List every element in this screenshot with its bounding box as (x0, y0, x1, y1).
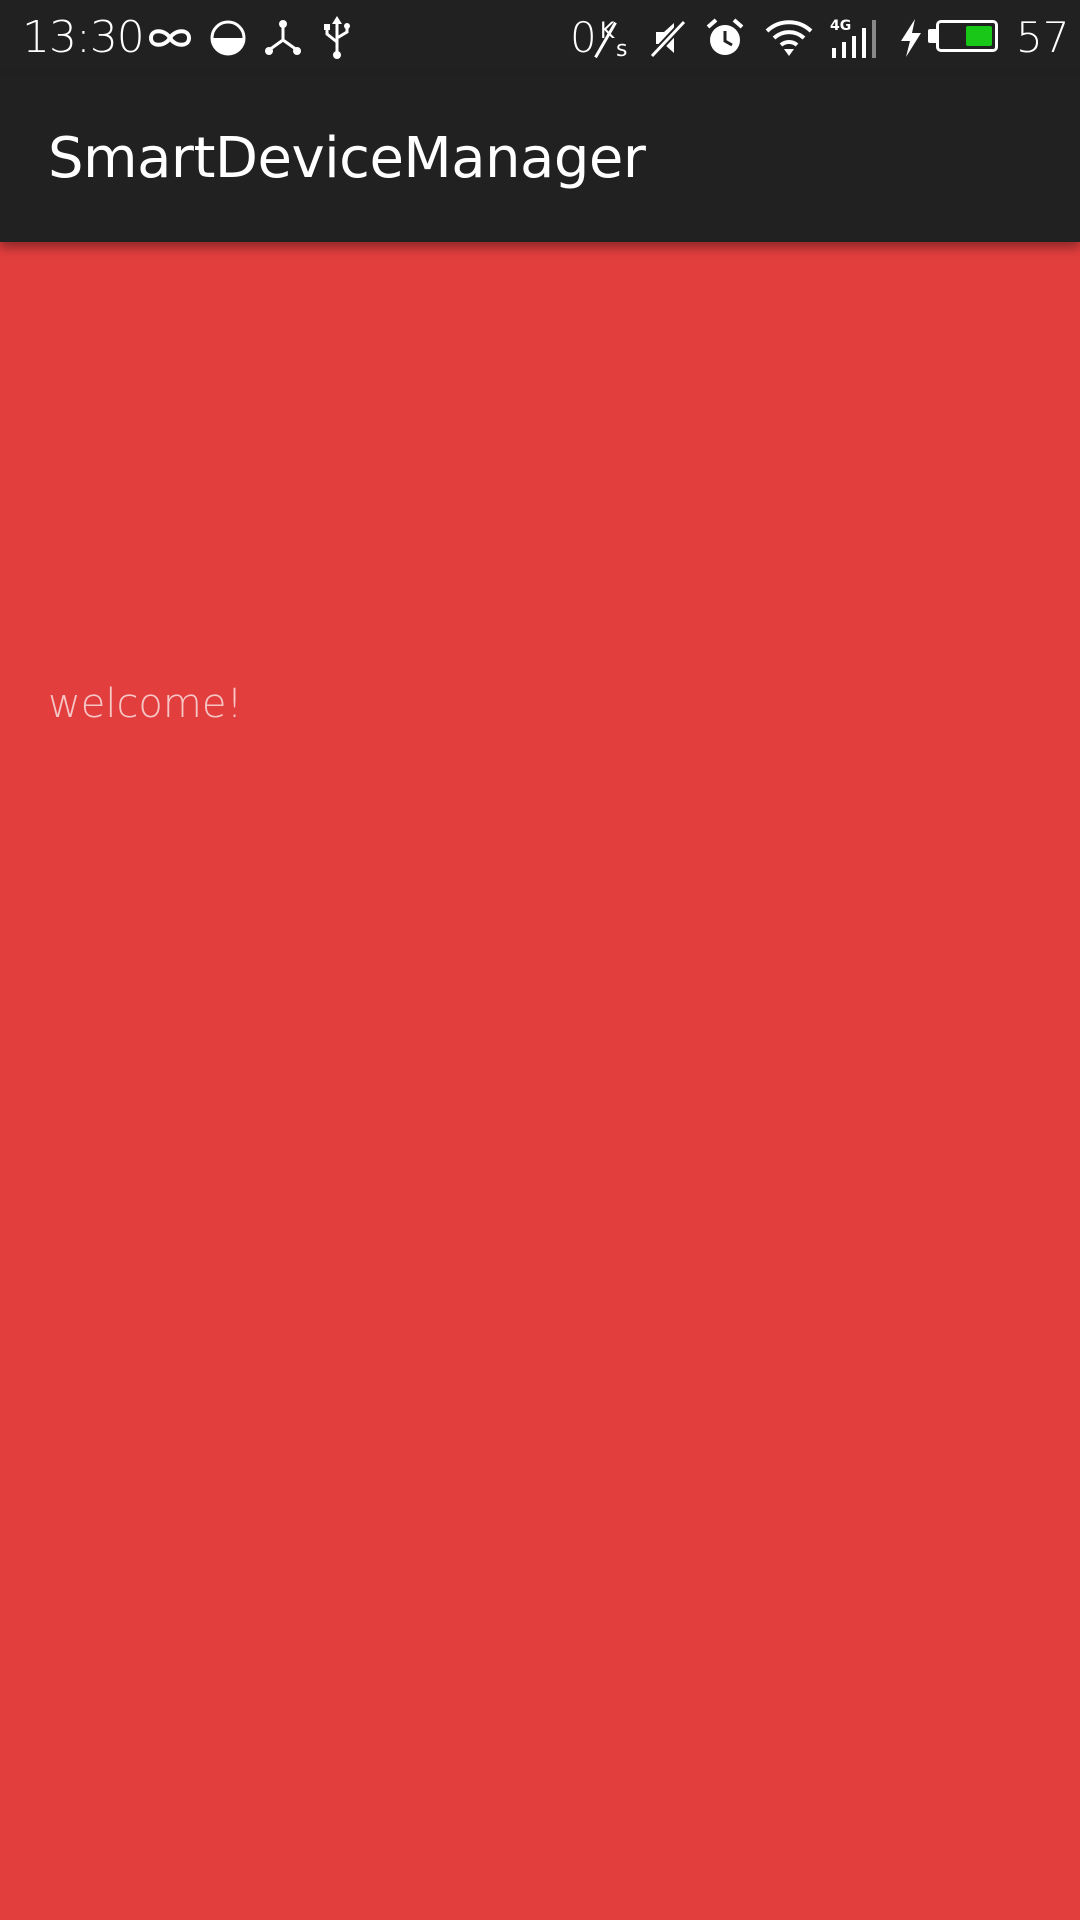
screen: 13:30 0 s 4G 57 SmartDeviceManager welco… (0, 0, 1080, 1920)
app-title: SmartDeviceManager (48, 126, 646, 191)
app-bar: SmartDeviceManager (0, 76, 1080, 242)
usb-icon (320, 14, 354, 62)
net-speed-value: 0 (570, 13, 597, 62)
share-hub-icon (262, 14, 304, 62)
network-type-label: 4G (830, 18, 851, 34)
half-circle-icon (208, 14, 248, 62)
wifi-icon (764, 14, 814, 62)
main-content: welcome! (0, 242, 1080, 1920)
welcome-text: welcome! (48, 681, 243, 727)
mute-icon (648, 14, 688, 62)
signal-icon: 4G (828, 14, 884, 62)
net-speed-unit-bottom: s (616, 37, 628, 62)
infinity-icon (144, 14, 196, 62)
status-time: 13:30 (22, 12, 145, 63)
battery-level: 57 (1016, 13, 1070, 62)
battery-cap (928, 29, 936, 43)
charging-icon (898, 14, 924, 62)
alarm-icon (704, 14, 746, 62)
battery-fill (966, 26, 992, 46)
status-bar: 13:30 0 s 4G 57 (0, 0, 1080, 76)
battery-icon (936, 20, 998, 52)
